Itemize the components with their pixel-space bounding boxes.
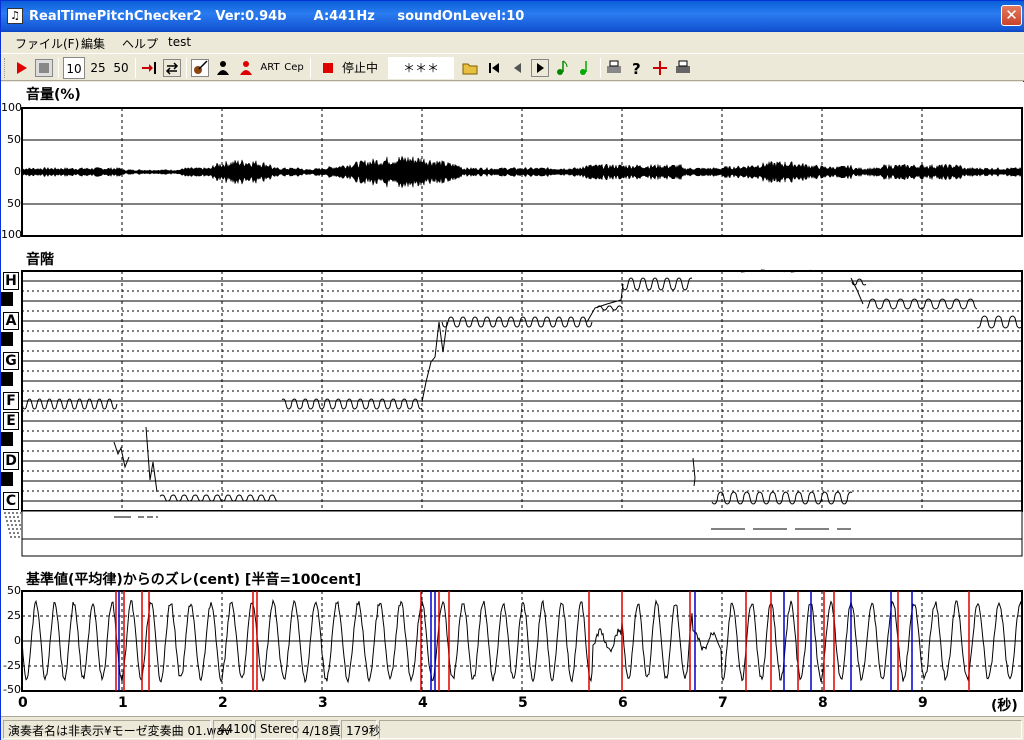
loop-button[interactable] bbox=[163, 59, 181, 77]
chart-area: 音量(%) 音階 基準値(平均律)からのズレ(cent) [半音=100cent… bbox=[1, 82, 1024, 716]
window-title: RealTimePitchChecker2 Ver:0.94b A:441Hz … bbox=[29, 9, 525, 24]
next-icon bbox=[537, 63, 544, 73]
open-button[interactable] bbox=[462, 59, 480, 77]
status-rate: 44100 bbox=[213, 720, 256, 739]
speed-50-button[interactable]: 50 bbox=[110, 57, 132, 79]
play-icon bbox=[17, 62, 27, 74]
time-label: 2 bbox=[218, 695, 228, 711]
note-alt-button[interactable] bbox=[577, 59, 595, 77]
play-button[interactable] bbox=[12, 59, 30, 77]
time-label: 3 bbox=[318, 695, 328, 711]
folder-open-icon bbox=[462, 63, 478, 75]
time-label: 4 bbox=[418, 695, 428, 711]
help-icon: ? bbox=[632, 60, 641, 78]
menu-edit[interactable]: 編集 bbox=[81, 35, 105, 52]
time-label: 6 bbox=[618, 695, 628, 711]
status-channels: Stereo bbox=[255, 720, 299, 739]
status-label: 停止中 bbox=[341, 61, 378, 75]
close-button[interactable]: ✕ bbox=[1001, 5, 1022, 26]
speed-25-button[interactable]: 25 bbox=[87, 57, 109, 79]
next-button[interactable] bbox=[531, 59, 549, 77]
singer-red-button[interactable] bbox=[237, 59, 255, 77]
status-file: 演奏者名は非表示¥モーゼ変奏曲 01.wav bbox=[3, 720, 231, 739]
cep-button[interactable]: Cep bbox=[283, 57, 305, 79]
violin-icon bbox=[194, 60, 208, 74]
time-label: 0 bbox=[18, 695, 28, 711]
prev-icon bbox=[514, 63, 521, 73]
stop-button[interactable] bbox=[35, 59, 53, 77]
jump-end-button[interactable] bbox=[140, 59, 158, 77]
note-icon bbox=[557, 60, 568, 75]
time-label: 5 bbox=[518, 695, 528, 711]
print-preview-icon bbox=[676, 60, 690, 73]
menu-help[interactable]: ヘルプ bbox=[122, 35, 158, 52]
speed-10-button[interactable]: 10 bbox=[63, 57, 85, 79]
note-alt-icon bbox=[580, 61, 587, 75]
marker-button[interactable] bbox=[651, 59, 669, 77]
person-black-icon bbox=[217, 61, 229, 75]
menu-bar: ファイル(F) 編集 ヘルプ test bbox=[1, 32, 1024, 53]
music-app-icon: ♫ bbox=[7, 8, 23, 24]
stop-icon bbox=[39, 63, 49, 73]
menu-test[interactable]: test bbox=[168, 35, 191, 49]
first-button[interactable] bbox=[485, 59, 503, 77]
marker-icon bbox=[653, 61, 667, 75]
toolbar-grip[interactable] bbox=[4, 58, 7, 78]
time-label: 9 bbox=[918, 695, 928, 711]
note-button[interactable] bbox=[554, 59, 572, 77]
menu-file[interactable]: ファイル(F) bbox=[15, 35, 79, 52]
status-bar: 演奏者名は非表示¥モーゼ変奏曲 01.wav 44100 Stereo 4/18… bbox=[1, 716, 1024, 740]
time-unit-label: (秒) bbox=[991, 698, 1018, 714]
status-duration: 179秒 bbox=[341, 720, 381, 739]
jump-end-icon bbox=[142, 62, 156, 74]
title-bar[interactable]: ♫ RealTimePitchChecker2 Ver:0.94b A:441H… bbox=[1, 1, 1024, 32]
svg-text:?: ? bbox=[632, 60, 641, 77]
first-icon bbox=[489, 63, 499, 73]
singer-black-button[interactable] bbox=[214, 59, 232, 77]
record-stop-button[interactable] bbox=[319, 59, 337, 77]
help-button[interactable]: ? bbox=[628, 59, 646, 78]
print-button[interactable] bbox=[605, 59, 623, 77]
time-label: 1 bbox=[118, 695, 128, 711]
art-button[interactable]: ART bbox=[260, 57, 280, 79]
person-red-icon bbox=[240, 61, 252, 75]
display-value: ＊＊＊ bbox=[388, 57, 454, 79]
close-icon: ✕ bbox=[1005, 6, 1018, 24]
status-empty bbox=[379, 720, 1022, 739]
record-stop-icon bbox=[323, 63, 333, 73]
app-window: ♫ RealTimePitchChecker2 Ver:0.94b A:441H… bbox=[0, 0, 1024, 740]
plots-canvas[interactable] bbox=[1, 82, 1024, 716]
print-icon bbox=[607, 60, 621, 73]
time-label: 8 bbox=[818, 695, 828, 711]
time-label: 7 bbox=[718, 695, 728, 711]
print-preview-button[interactable] bbox=[674, 59, 692, 77]
violin-button[interactable] bbox=[191, 59, 209, 77]
marker-strip bbox=[21, 510, 1023, 557]
toolbar: 10 25 50 ART Cep 停止中 ＊＊＊ ? bbox=[1, 53, 1024, 81]
status-page: 4/18頁 bbox=[297, 720, 341, 739]
loop-icon bbox=[165, 62, 179, 75]
prev-button[interactable] bbox=[508, 59, 526, 77]
